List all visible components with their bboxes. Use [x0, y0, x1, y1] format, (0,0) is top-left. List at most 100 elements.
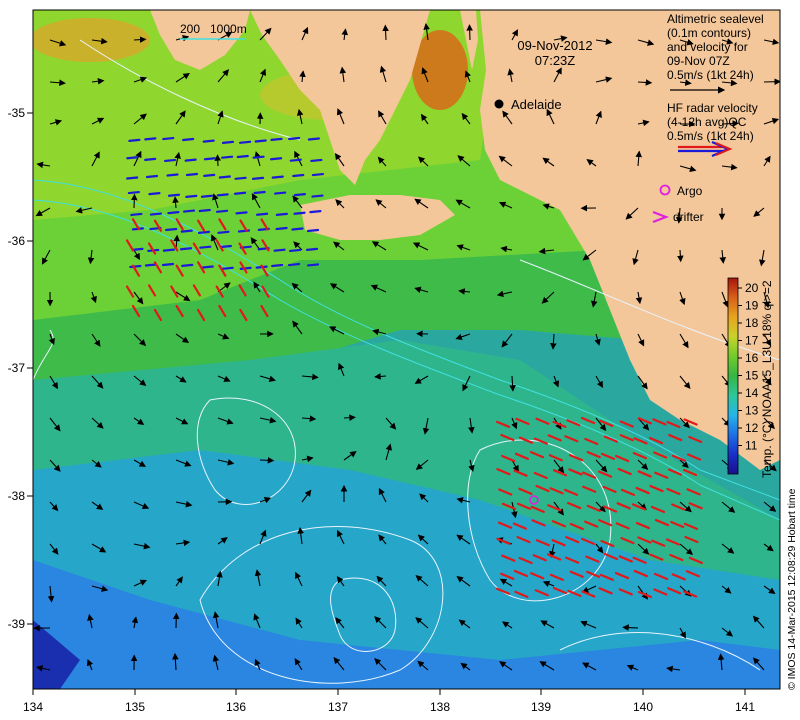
radar-arrow: [167, 211, 180, 215]
radar-arrow: [217, 230, 230, 234]
radar-arrow: [306, 228, 320, 233]
radar-arrow: [162, 136, 175, 141]
altimetry-arrow: [622, 624, 639, 631]
radar-arrow: [221, 266, 234, 270]
temperature-colorbar: 11 12 13 14 15 16 17 18 19 20 Temp. (°C) NOAA15_L…: [727, 277, 774, 478]
x-axis: 134 135 136 137 138 139 140 141: [23, 689, 755, 714]
x-tick-label: 136: [226, 700, 246, 714]
radar-arrow: [305, 247, 319, 251]
radar-arrow: [203, 173, 216, 177]
legend-radar-line-2: (4-12h avg)QC: [667, 115, 747, 129]
radar-arrow: [145, 174, 159, 179]
radar-arrow: [128, 138, 141, 142]
radar-arrow: [163, 158, 177, 163]
y-axis: -35 -36 -37 -38 -39: [8, 106, 33, 631]
radar-arrow: [307, 137, 320, 141]
x-tick-label: 139: [531, 700, 551, 714]
radar-arrow: [148, 192, 161, 196]
radar-arrow: [131, 247, 144, 251]
radar-arrow: [275, 212, 288, 216]
isobath-label-1000: 1000m: [210, 22, 247, 36]
radar-arrow: [309, 210, 322, 214]
radar-arrow: [126, 156, 139, 160]
radar-arrow: [289, 158, 302, 162]
radar-arrow: [275, 226, 288, 231]
colorbar-tick-label: 14: [745, 386, 759, 400]
radar-arrow: [165, 227, 178, 232]
colorbar-gradient: [727, 277, 739, 475]
imos-credit: © IMOS 14-Mar-2015 12:08:29 Hobart time: [786, 488, 798, 690]
colorbar-tick-label: 17: [745, 334, 759, 348]
radar-arrow: [200, 194, 214, 198]
adelaide-marker: [494, 99, 504, 109]
isobath-label-200: 200: [180, 22, 200, 36]
radar-arrow: [221, 140, 235, 144]
colorbar-label: Temp. (°C) NOAA15_L3U 18% ql>=2: [760, 280, 774, 478]
legend-alt-line-4: 09-Nov 07Z: [667, 54, 730, 68]
colorbar-tick-label: 16: [745, 351, 759, 365]
radar-arrow: [293, 193, 306, 197]
radar-arrow: [130, 212, 143, 217]
x-tick-label: 134: [23, 700, 43, 714]
radar-arrow: [166, 173, 179, 177]
y-tick-label: -37: [8, 361, 26, 375]
x-tick-label: 137: [328, 700, 348, 714]
legend-panel: Altimetric sealevel (0.1m contours) and …: [652, 12, 764, 224]
radar-arrow: [216, 193, 229, 197]
x-tick-label: 141: [735, 700, 755, 714]
radar-arrow: [311, 194, 324, 198]
y-tick-label: -36: [8, 234, 26, 248]
radar-arrow: [182, 209, 196, 213]
radar-arrow: [184, 158, 197, 162]
colorbar-tick-label: 13: [745, 404, 759, 418]
radar-arrow: [234, 176, 247, 180]
radar-arrow: [201, 265, 214, 269]
radar-arrow: [239, 266, 252, 270]
legend-alt-line-3: and velocity for: [667, 40, 748, 54]
radar-arrow: [181, 263, 194, 267]
radar-arrow: [288, 136, 301, 141]
radar-arrow: [273, 248, 286, 252]
colorbar-tick-label: 11: [745, 439, 758, 453]
altimetry-arrow: [133, 36, 147, 43]
map-time: 07:23Z: [535, 53, 576, 68]
radar-arrow: [180, 229, 193, 233]
radar-arrow: [203, 157, 217, 161]
radar-arrow: [311, 172, 325, 177]
radar-arrow: [292, 173, 305, 178]
radar-arrow: [215, 209, 229, 213]
legend-radar-line-3: 0.5m/s (1kt 24h): [667, 129, 754, 143]
radar-arrow: [271, 263, 284, 268]
radar-arrow: [197, 230, 211, 234]
radar-arrow: [219, 244, 232, 249]
radar-arrow: [306, 263, 320, 267]
radar-arrow: [291, 227, 304, 231]
radar-arrow: [270, 137, 283, 141]
altimetry-arrow: [214, 154, 222, 167]
radar-arrow: [199, 245, 212, 249]
radar-arrow: [251, 176, 265, 180]
radar-arrow: [270, 157, 283, 161]
radar-arrow: [218, 175, 231, 179]
legend-alt-line-5: 0.5m/s (1kt 24h): [667, 68, 754, 82]
sst-warm-patch: [33, 18, 150, 62]
radar-arrow: [161, 262, 175, 267]
radar-arrow: [144, 137, 157, 141]
colorbar-tick-label: 12: [745, 421, 759, 435]
radar-arrow: [254, 139, 267, 143]
radar-arrow: [252, 155, 265, 159]
altimetry-arrow: [466, 24, 473, 41]
map-date: 09-Nov-2012: [517, 38, 592, 53]
legend-alt-line-1: Altimetric sealevel: [667, 12, 764, 26]
y-tick-label: -35: [8, 106, 26, 120]
x-tick-label: 140: [633, 700, 653, 714]
radar-arrow: [127, 190, 140, 195]
altimetry-arrow: [130, 193, 138, 209]
radar-arrow: [179, 247, 193, 251]
sst-map: 200 1000m 09-Nov-2012 07:23Z Adelaide Al…: [8, 9, 798, 714]
radar-arrow: [288, 248, 302, 253]
radar-arrow: [126, 176, 139, 180]
radar-arrow: [310, 158, 323, 163]
radar-arrow: [129, 264, 142, 269]
x-tick-label: 138: [430, 700, 450, 714]
